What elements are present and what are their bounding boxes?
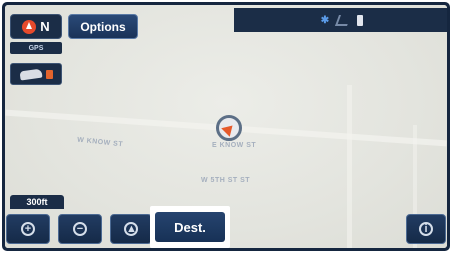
- info-button[interactable]: i: [406, 214, 446, 244]
- signal-icon: [335, 14, 352, 26]
- zoom-in-icon: +: [21, 222, 35, 236]
- street-label: W 5TH ST ST: [201, 177, 251, 184]
- status-bar: ✱: [234, 8, 447, 32]
- current-position-icon: [216, 115, 242, 141]
- destination-button[interactable]: Dest.: [155, 212, 225, 242]
- zoom-out-icon: −: [73, 222, 87, 236]
- map-road: [347, 85, 352, 248]
- destination-flag-icon: [45, 69, 53, 79]
- map-scale[interactable]: 300ft: [10, 195, 64, 209]
- street-label: E KNOW ST: [212, 142, 257, 149]
- bluetooth-icon: ✱: [320, 14, 330, 26]
- navigation-icon: ▲: [124, 222, 138, 236]
- options-button[interactable]: Options: [68, 14, 138, 39]
- info-icon: i: [419, 222, 433, 236]
- gps-badge: GPS: [10, 42, 62, 54]
- zoom-in-button[interactable]: +: [6, 214, 50, 244]
- route-overview-button[interactable]: [10, 63, 62, 85]
- battery-icon: [357, 14, 364, 26]
- navigation-mode-button[interactable]: ▲: [110, 214, 152, 244]
- car-icon: [18, 68, 43, 80]
- heading-label: N: [40, 19, 50, 34]
- heading-toggle-button[interactable]: N: [10, 14, 62, 39]
- zoom-out-button[interactable]: −: [58, 214, 102, 244]
- compass-icon: [22, 19, 37, 34]
